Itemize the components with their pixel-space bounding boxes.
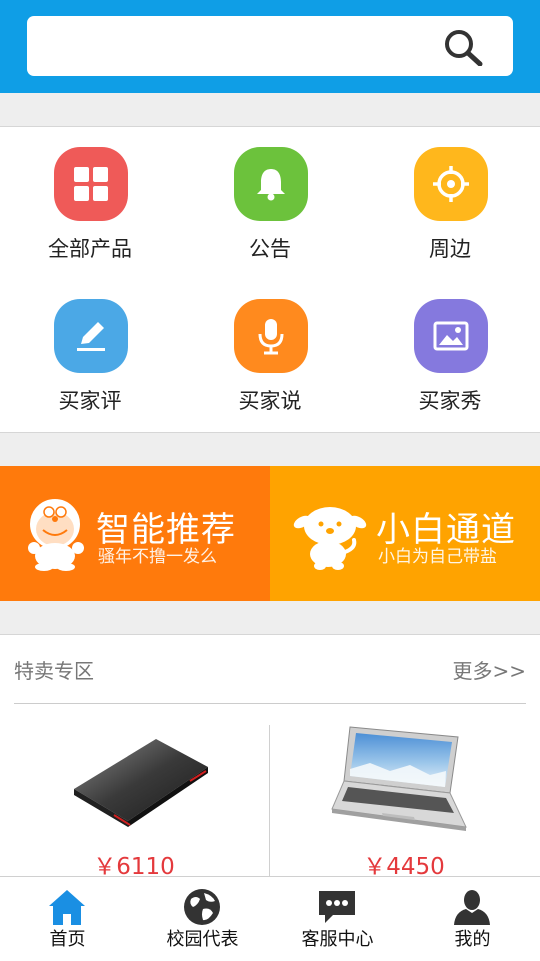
grid-item-label: 买家秀 [418,389,482,413]
laptop-open-image [331,726,467,831]
grid-item-announcement[interactable]: 公告 [180,147,360,297]
tab-label: 校园代表 [166,929,239,950]
bell-icon [234,147,308,221]
grid-item-all-products[interactable]: 全部产品 [0,147,180,297]
grid-item-buyer-talk[interactable]: 买家说 [180,299,360,449]
banner-smart-recommend[interactable]: 智能推荐 骚年不撸一发么 [0,466,270,601]
tab-home[interactable]: 首页 [0,877,135,961]
grid-item-label: 公告 [249,237,291,261]
grid-apps-icon [54,147,128,221]
grid-item-label: 买家评 [58,389,122,413]
crosshair-icon [414,147,488,221]
home-icon [49,890,85,925]
bottom-tab-bar: 首页 校园代表 客服中心 我的 [0,876,540,961]
grid-item-buyer-show[interactable]: 买家秀 [360,299,540,449]
tab-mine[interactable]: 我的 [405,877,540,961]
tab-label: 首页 [49,929,86,950]
grid-item-nearby[interactable]: 周边 [360,147,540,297]
search-icon[interactable] [443,28,483,66]
product-card[interactable]: ￥4450 [270,723,538,880]
grid-item-buyer-review[interactable]: 买家评 [0,299,180,449]
banner-subtitle: 小白为自己带盐 [378,547,497,567]
special-sale-section: 特卖专区 更多>> ￥6110 ￥4450 [0,634,540,880]
laptop-closed-image [74,739,208,827]
grid-item-label: 周边 [429,237,471,261]
globe-icon [184,889,220,925]
chat-icon [319,891,355,923]
banner-subtitle: 骚年不撸一发么 [98,547,217,567]
tab-label: 我的 [454,929,491,950]
tab-label: 客服中心 [301,929,374,950]
product-card[interactable]: ￥6110 [0,723,268,880]
search-input[interactable] [27,16,513,76]
divider [14,703,526,704]
banner-newbie-channel[interactable]: 小白通道 小白为自己带盐 [270,466,540,601]
pencil-icon [54,299,128,373]
grid-item-label: 全部产品 [48,237,132,261]
doraemon-icon [28,497,84,571]
more-link[interactable]: 更多>> [452,655,526,684]
puppy-icon [293,507,367,570]
header-bar [0,0,540,93]
microphone-icon [234,299,308,373]
category-grid: 全部产品 公告 周边 买家评 买家说 买家秀 [0,126,540,433]
tab-customer-service[interactable]: 客服中心 [270,877,405,961]
image-icon [414,299,488,373]
grid-item-label: 买家说 [238,389,302,413]
section-title: 特卖专区 [14,659,94,683]
user-icon [454,890,490,925]
tab-campus-rep[interactable]: 校园代表 [135,877,270,961]
